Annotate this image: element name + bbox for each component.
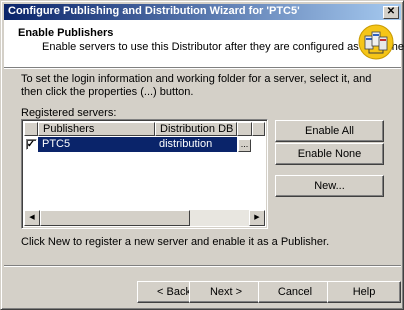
new-server-note: Click New to register a new server and e… — [21, 236, 330, 248]
title-bar[interactable]: Configure Publishing and Distribution Wi… — [4, 4, 401, 20]
column-header-distribution-db[interactable]: Distribution DB — [155, 122, 237, 136]
instructions-text: To set the login information and working… — [21, 73, 372, 98]
registered-servers-list[interactable]: Publishers Distribution DB ✓ PTC5 distri… — [21, 119, 268, 229]
close-icon: ✕ — [386, 6, 396, 17]
column-header-filler — [252, 122, 265, 136]
horizontal-scrollbar[interactable]: ◀ ▶ — [24, 210, 265, 226]
new-button[interactable]: New... — [275, 175, 384, 197]
enable-publisher-checkbox[interactable]: ✓ — [25, 139, 37, 150]
column-header-check[interactable] — [24, 122, 38, 136]
help-button[interactable]: Help — [327, 281, 401, 303]
scroll-left-button[interactable]: ◀ — [24, 210, 40, 226]
window-title: Configure Publishing and Distribution Wi… — [8, 5, 300, 17]
selected-row-highlight[interactable]: PTC5 distribution — [38, 137, 237, 152]
wizard-window: Configure Publishing and Distribution Wi… — [0, 0, 404, 310]
next-button[interactable]: Next > — [189, 281, 263, 303]
footer-divider — [4, 265, 401, 267]
arrow-left-icon: ◀ — [29, 214, 35, 221]
publisher-cell: PTC5 — [42, 138, 71, 150]
arrow-right-icon: ▶ — [254, 214, 260, 221]
scroll-thumb[interactable] — [40, 210, 190, 226]
registered-servers-label: Registered servers: — [21, 107, 117, 119]
enable-none-button[interactable]: Enable None — [275, 143, 384, 165]
scroll-right-button[interactable]: ▶ — [249, 210, 265, 226]
distribution-db-cell: distribution — [159, 138, 213, 150]
enable-all-button[interactable]: Enable All — [275, 120, 384, 142]
list-header: Publishers Distribution DB — [24, 122, 265, 136]
table-row[interactable]: ✓ PTC5 distribution ... — [24, 137, 252, 152]
cancel-button[interactable]: Cancel — [258, 281, 332, 303]
servers-wizard-icon — [358, 24, 394, 60]
page-title: Enable Publishers — [18, 27, 114, 39]
properties-button[interactable]: ... — [238, 138, 251, 152]
wizard-header: Enable Publishers Enable servers to use … — [4, 20, 404, 69]
column-header-publishers[interactable]: Publishers — [38, 122, 155, 136]
close-button[interactable]: ✕ — [383, 6, 399, 19]
page-subtitle: Enable servers to use this Distributor a… — [42, 41, 404, 53]
column-header-properties[interactable] — [237, 122, 252, 136]
